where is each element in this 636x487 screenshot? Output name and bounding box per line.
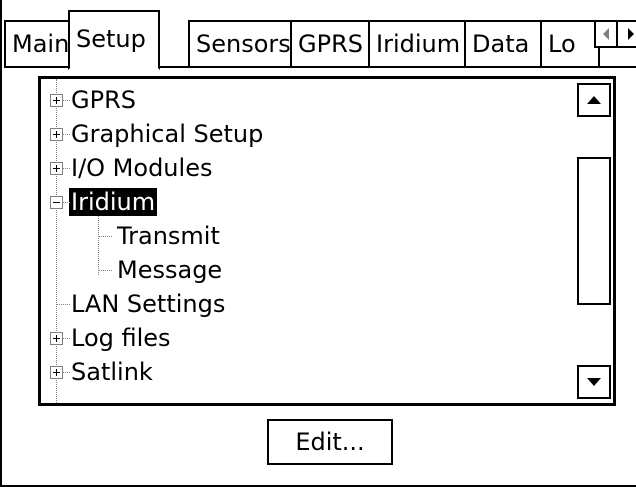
tab-scroll-left-button[interactable] (594, 20, 618, 48)
expand-icon[interactable] (50, 128, 63, 141)
tab-scroll-arrows (594, 20, 636, 50)
tab-label: Sensors (196, 30, 291, 58)
tab-data[interactable]: Data (464, 20, 544, 67)
expand-icon[interactable] (50, 162, 63, 175)
tree-item-io-modules[interactable]: I/O Modules (41, 151, 212, 185)
tree-item-graphical-setup[interactable]: Graphical Setup (41, 117, 263, 151)
tab-label: Lo (548, 30, 576, 58)
tab-label: Iridium (376, 30, 461, 58)
tree-item-log-files[interactable]: Log files (41, 321, 171, 355)
tree-item-satlink[interactable]: Satlink (41, 355, 153, 389)
tree-item-label: LAN Settings (71, 290, 226, 318)
tree-item-label: Graphical Setup (71, 120, 264, 148)
tree-item-label: Iridium (69, 188, 158, 216)
triangle-right-icon (628, 28, 634, 40)
tree-item-label: Satlink (71, 358, 153, 386)
tree-item-label: I/O Modules (71, 154, 213, 182)
expand-icon[interactable] (50, 94, 63, 107)
expand-icon[interactable] (50, 332, 63, 345)
tab-gprs[interactable]: GPRS (290, 20, 372, 67)
tree-connector (56, 304, 70, 305)
tab-label: GPRS (298, 30, 363, 58)
tree-item-gprs[interactable]: GPRS (41, 83, 136, 117)
tab-label: Main (12, 30, 70, 58)
tree-connector (98, 236, 112, 237)
tree-scrollbar[interactable] (577, 79, 613, 403)
tab-label: Data (472, 30, 530, 58)
tree-item-transmit[interactable]: Transmit (41, 219, 220, 253)
tab-sensors[interactable]: Sensors (188, 20, 294, 67)
scroll-thumb[interactable] (577, 157, 611, 305)
tab-strip: Main Setup Sensors GPRS Iridium Data Lo (4, 0, 636, 70)
tab-iridium[interactable]: Iridium (368, 20, 468, 67)
tab-log[interactable]: Lo (540, 20, 600, 67)
tree-item-message[interactable]: Message (41, 253, 222, 287)
edit-button[interactable]: Edit... (267, 419, 393, 465)
scroll-down-button[interactable] (577, 365, 611, 399)
tree-connector (98, 270, 112, 271)
tab-scroll-right-button[interactable] (616, 20, 636, 48)
tree-item-label: Transmit (117, 222, 220, 250)
expand-icon[interactable] (50, 366, 63, 379)
triangle-down-icon (587, 378, 601, 386)
tree-item-iridium[interactable]: Iridium (41, 185, 158, 219)
triangle-up-icon (587, 96, 601, 104)
scroll-up-button[interactable] (577, 83, 611, 117)
setup-window: Main Setup Sensors GPRS Iridium Data Lo … (0, 0, 636, 487)
tree-item-label: Log files (71, 324, 171, 352)
tree-item-lan-settings[interactable]: LAN Settings (41, 287, 225, 321)
tree-item-label: Message (117, 256, 223, 284)
tab-main[interactable]: Main (4, 20, 70, 67)
triangle-left-icon (603, 28, 609, 40)
tab-label: Setup (76, 25, 146, 53)
tab-setup[interactable]: Setup (68, 10, 160, 70)
settings-tree[interactable]: GPRS Graphical Setup I/O Modules Iridium… (38, 76, 616, 406)
tree-item-label: GPRS (71, 86, 136, 114)
collapse-icon[interactable] (50, 196, 63, 209)
